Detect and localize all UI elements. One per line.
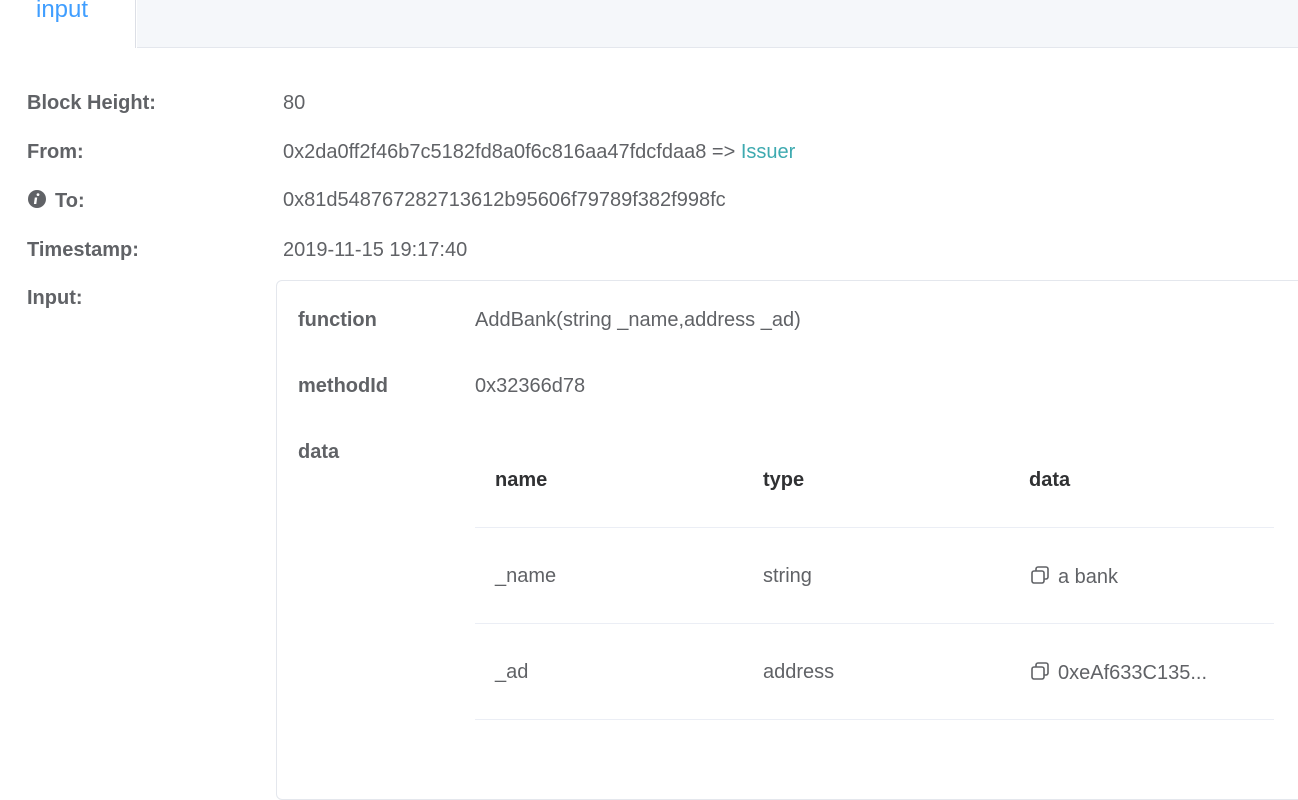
table-divider bbox=[475, 719, 1274, 720]
method-id-label: methodId bbox=[298, 375, 388, 397]
row-name-cell: _name bbox=[495, 565, 557, 587]
table-divider bbox=[475, 623, 1274, 624]
to-label-row: To: bbox=[27, 189, 85, 215]
function-label: function bbox=[298, 309, 377, 331]
tab-bar: input bbox=[0, 0, 1298, 48]
from-arrow: => bbox=[711, 141, 736, 163]
timestamp-label: Timestamp: bbox=[27, 239, 139, 261]
row-name-cell: _ad bbox=[495, 661, 529, 683]
from-value: 0x2da0ff2f46b7c5182fd8a0f6c816aa47fdcfda… bbox=[283, 141, 795, 164]
to-value: 0x81d548767282713612b95606f79789f382f998… bbox=[283, 189, 726, 211]
copy-icon[interactable] bbox=[1030, 565, 1050, 591]
row-data-cell: 0xeAf633C135... bbox=[1030, 661, 1207, 687]
table-header-name: name bbox=[495, 469, 548, 491]
to-label: To: bbox=[55, 190, 85, 212]
input-label: Input: bbox=[27, 287, 83, 309]
function-value: AddBank(string _name,address _ad) bbox=[475, 309, 801, 331]
input-decoded-panel bbox=[276, 280, 1298, 800]
from-address: 0x2da0ff2f46b7c5182fd8a0f6c816aa47fdcfda… bbox=[283, 141, 707, 163]
info-icon[interactable] bbox=[27, 189, 47, 215]
tab-bar-background bbox=[137, 0, 1298, 48]
from-label: From: bbox=[27, 141, 84, 163]
row-data-value: a bank bbox=[1058, 566, 1119, 588]
row-type-cell: string bbox=[763, 565, 812, 587]
timestamp-value: 2019-11-15 19:17:40 bbox=[283, 239, 468, 261]
table-divider bbox=[475, 527, 1274, 528]
table-header-data: data bbox=[1029, 469, 1071, 491]
tab-input-label: input bbox=[36, 0, 89, 23]
block-height-label: Block Height: bbox=[27, 92, 156, 114]
method-id-value: 0x32366d78 bbox=[475, 375, 586, 397]
row-data-value: 0xeAf633C135... bbox=[1058, 662, 1207, 684]
row-data-cell: a bank bbox=[1030, 565, 1118, 591]
table-header-type: type bbox=[763, 469, 805, 491]
data-label: data bbox=[298, 441, 340, 463]
row-type-cell: address bbox=[763, 661, 835, 683]
issuer-link[interactable]: Issuer bbox=[741, 141, 795, 163]
tab-input[interactable]: input bbox=[0, 0, 136, 48]
block-height-value: 80 bbox=[283, 92, 306, 114]
copy-icon[interactable] bbox=[1030, 661, 1050, 687]
